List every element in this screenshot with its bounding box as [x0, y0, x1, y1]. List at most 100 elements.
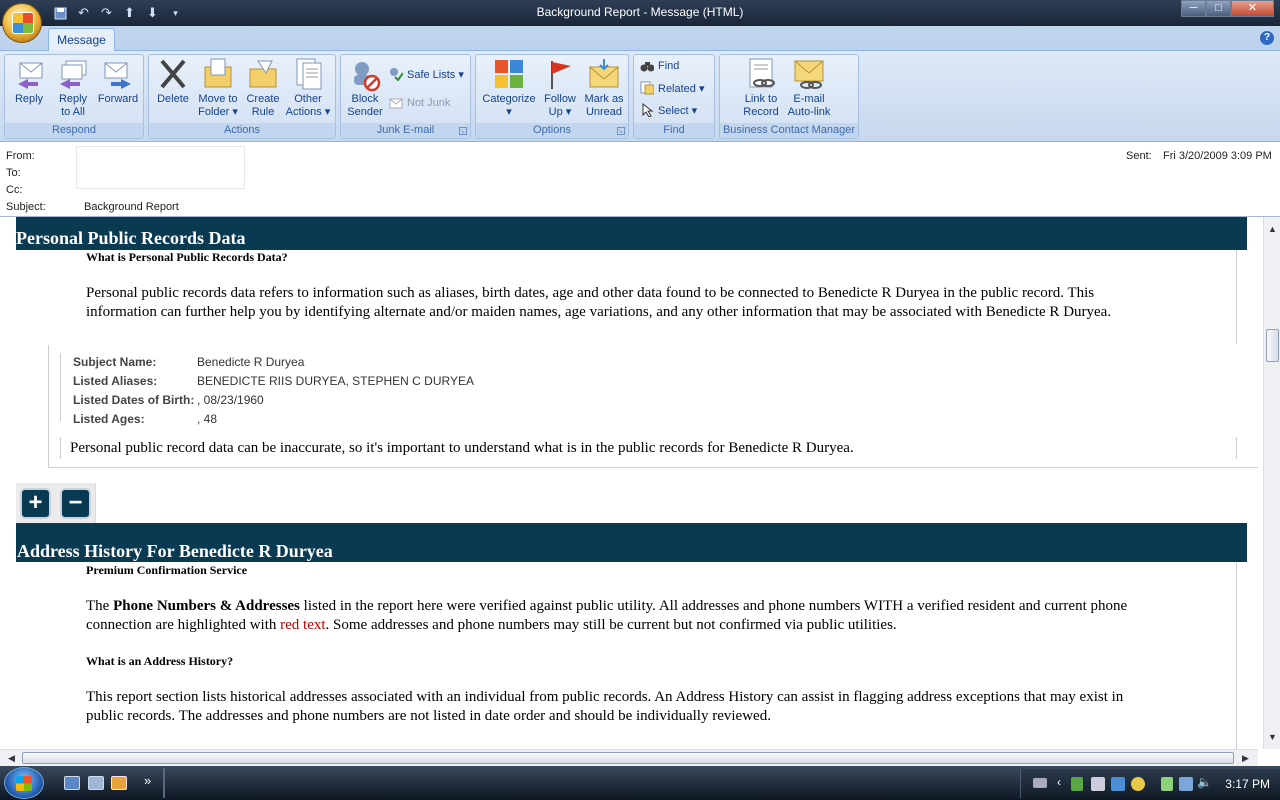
find-button[interactable]: Find	[640, 59, 679, 73]
create-rule-icon	[246, 57, 280, 93]
divider	[60, 437, 61, 459]
section-question: What is an Address History?	[86, 654, 234, 668]
clock[interactable]: 3:17 PM	[1225, 777, 1270, 791]
safe-lists-button[interactable]: Safe Lists ▾	[389, 67, 464, 81]
minimize-button[interactable]: ─	[1181, 0, 1206, 17]
connection-icon[interactable]	[1179, 777, 1193, 791]
volume-icon[interactable]: 🔈	[1197, 775, 1212, 789]
email-auto-link-button[interactable]: E-mail Auto-link	[786, 57, 832, 119]
printer-icon[interactable]	[1091, 777, 1105, 791]
scroll-right-icon[interactable]: ▶	[1242, 753, 1249, 764]
follow-up-button[interactable]: Follow Up ▾	[540, 57, 580, 119]
message-body: Personal Public Records Data What is Per…	[0, 216, 1280, 766]
help-icon[interactable]: ?	[1260, 31, 1274, 45]
from-label: From:	[6, 150, 35, 162]
maximize-button[interactable]: □	[1206, 0, 1231, 17]
move-to-folder-icon	[201, 57, 235, 93]
office-button[interactable]	[2, 3, 42, 43]
not-junk-button[interactable]: Not Junk	[389, 96, 450, 110]
title-bar: ↶ ↷ ⬆ ⬇ ▾ Background Report - Message (H…	[0, 0, 1280, 26]
section-paragraph-line: This report section lists historical add…	[86, 689, 1124, 705]
block-sender-icon	[348, 57, 382, 93]
follow-up-flag-icon	[543, 57, 577, 93]
email-auto-link-icon	[792, 57, 826, 93]
windows-logo-icon	[16, 776, 32, 791]
battery-icon[interactable]	[1161, 777, 1173, 791]
categorize-icon	[492, 57, 526, 93]
service-heading: Premium Confirmation Service	[86, 563, 248, 577]
create-rule-button[interactable]: Create Rule	[243, 57, 283, 119]
ribbon: Reply Reply to All Forward Respond Delet…	[0, 51, 1280, 142]
record-label: Subject Name:	[73, 355, 157, 369]
system-tray: ‹ 🔈 3:17 PM	[1020, 769, 1280, 798]
select-button[interactable]: Select ▾	[640, 103, 697, 117]
sent-label: Sent:	[1126, 150, 1152, 162]
horizontal-scroll-thumb[interactable]	[22, 752, 1234, 764]
subject-label: Subject:	[6, 201, 46, 213]
scroll-down-icon[interactable]: ▼	[1268, 732, 1277, 742]
section-title-address-history: Address History For Benedicte R Duryea	[17, 541, 333, 561]
office-logo-icon	[12, 12, 34, 34]
switch-windows-icon[interactable]	[88, 776, 104, 790]
binoculars-icon	[640, 62, 654, 72]
group-label-options: Options	[476, 123, 628, 138]
reply-icon	[12, 57, 46, 93]
close-button[interactable]: ✕	[1231, 0, 1274, 17]
subject-value: Background Report	[84, 201, 179, 213]
group-respond: Reply Reply to All Forward Respond	[4, 54, 144, 139]
red-text-highlight: red text	[280, 617, 326, 633]
vertical-scrollbar[interactable]: ▲ ▼	[1263, 217, 1280, 749]
move-to-folder-button[interactable]: Move to Folder ▾	[193, 57, 243, 119]
horizontal-scrollbar[interactable]: ◀ ▶	[0, 749, 1258, 766]
vertical-scroll-thumb[interactable]	[1266, 329, 1279, 362]
start-button[interactable]	[4, 767, 44, 799]
block-sender-button[interactable]: Block Sender	[343, 57, 387, 119]
reply-all-button[interactable]: Reply to All	[53, 57, 93, 119]
expand-button[interactable]: +	[20, 488, 51, 519]
link-to-record-button[interactable]: Link to Record	[740, 57, 782, 119]
group-junk-email: Block Sender Safe Lists ▾ Not Junk Junk …	[340, 54, 471, 139]
options-dialog-launcher-icon[interactable]: ↘	[617, 127, 625, 135]
show-desktop-icon[interactable]	[64, 776, 80, 790]
show-hidden-icons-icon[interactable]: ‹	[1057, 775, 1061, 789]
keyboard-icon[interactable]	[1033, 778, 1047, 788]
tab-message[interactable]: Message	[48, 28, 115, 52]
network-icon[interactable]	[1111, 777, 1125, 791]
link-to-record-icon	[744, 57, 778, 93]
message-content: Personal Public Records Data What is Per…	[0, 217, 1258, 749]
sent-value: Fri 3/20/2009 3:09 PM	[1163, 150, 1272, 162]
record-label: Listed Ages:	[73, 412, 145, 426]
update-icon[interactable]	[1131, 777, 1145, 791]
reply-button[interactable]: Reply	[9, 57, 49, 106]
quicklaunch-overflow-icon[interactable]: »	[144, 773, 151, 788]
delete-button[interactable]: Delete	[153, 57, 193, 106]
window-title: Background Report - Message (HTML)	[536, 5, 744, 19]
group-find: Find Related ▾ Select ▾ Find	[633, 54, 715, 139]
record-label: Listed Dates of Birth:	[73, 393, 195, 407]
other-actions-button[interactable]: Other Actions ▾	[285, 57, 331, 119]
divider	[60, 353, 61, 421]
related-button[interactable]: Related ▾	[640, 81, 705, 95]
group-label-actions: Actions	[149, 123, 335, 138]
junk-dialog-launcher-icon[interactable]: ↘	[459, 127, 467, 135]
divider	[48, 345, 49, 467]
scroll-left-icon[interactable]: ◀	[8, 753, 15, 764]
forward-icon	[101, 57, 135, 93]
record-value: BENEDICTE RIIS DURYEA, STEPHEN C DURYEA	[197, 374, 474, 388]
divider	[1236, 250, 1237, 344]
categorize-button[interactable]: Categorize ▾	[480, 57, 538, 119]
forward-button[interactable]: Forward	[95, 57, 141, 106]
reply-all-icon	[56, 57, 90, 93]
media-player-icon[interactable]	[111, 776, 127, 790]
cursor-arrow-icon	[642, 103, 654, 117]
group-business-contact-manager: Link to Record E-mail Auto-link Business…	[719, 54, 859, 139]
security-icon[interactable]	[1071, 777, 1083, 791]
outlook-message-window: ↶ ↷ ⬆ ⬇ ▾ Background Report - Message (H…	[0, 0, 1280, 766]
not-junk-icon	[389, 98, 403, 109]
scroll-up-icon[interactable]: ▲	[1268, 224, 1277, 234]
safe-lists-icon	[390, 68, 403, 81]
mark-as-unread-button[interactable]: Mark as Unread	[582, 57, 626, 119]
group-options: Categorize ▾ Follow Up ▾ Mark as Unread …	[475, 54, 629, 139]
collapse-button[interactable]: −	[60, 488, 91, 519]
mark-as-unread-icon	[587, 57, 621, 93]
